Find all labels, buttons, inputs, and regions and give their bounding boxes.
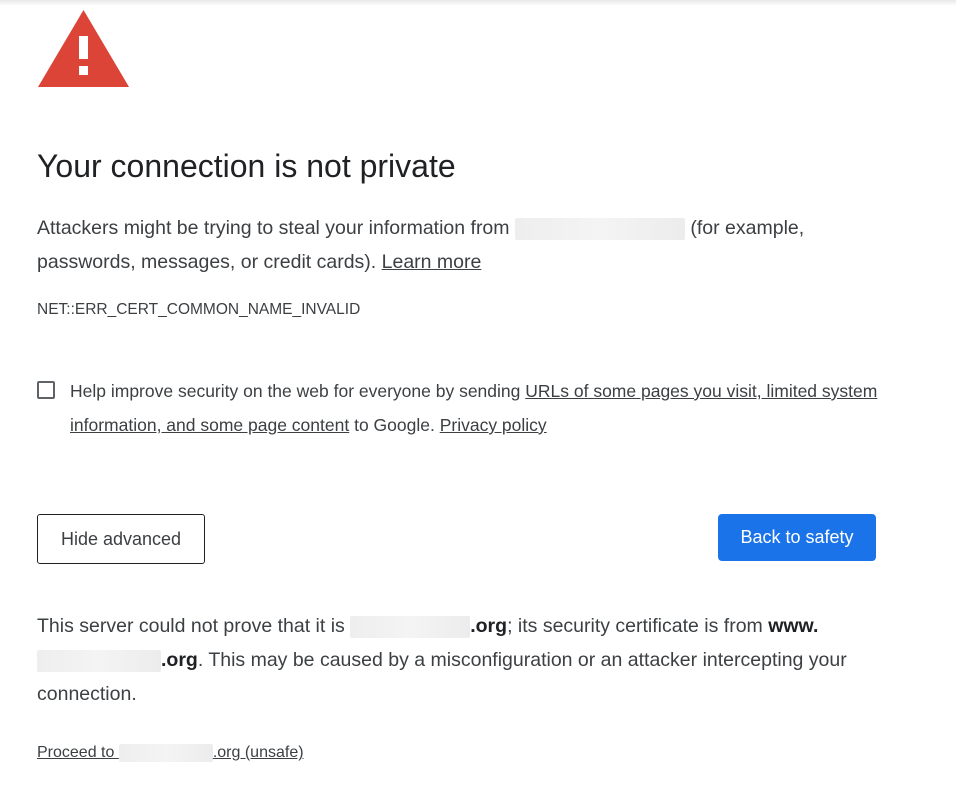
proceed-suffix: .org (unsafe) bbox=[212, 744, 304, 762]
redacted-domain bbox=[350, 615, 471, 638]
error-code: NET::ERR_CERT_COMMON_NAME_INVALID bbox=[37, 301, 361, 318]
cert-suffix: .org bbox=[161, 649, 198, 671]
details-text-1: This server could not prove that it is bbox=[37, 615, 351, 637]
details-text-2: ; its security certificate is from bbox=[507, 615, 769, 637]
warning-triangle-icon bbox=[37, 8, 130, 88]
redacted-domain bbox=[118, 744, 213, 762]
top-shadow bbox=[0, 0, 956, 6]
redacted-domain bbox=[514, 217, 685, 240]
hide-advanced-button[interactable]: Hide advanced bbox=[37, 514, 205, 564]
privacy-policy-link[interactable]: Privacy policy bbox=[440, 415, 547, 435]
security-optin: Help improve security on the web for eve… bbox=[37, 374, 887, 442]
optin-text: Help improve security on the web for eve… bbox=[70, 374, 887, 442]
page-title: Your connection is not private bbox=[37, 148, 456, 184]
intro-text-before: Attackers might be trying to steal your … bbox=[37, 217, 510, 239]
back-to-safety-button[interactable]: Back to safety bbox=[718, 514, 876, 561]
details-text: This server could not prove that it is .… bbox=[37, 609, 897, 711]
optin-checkbox[interactable] bbox=[37, 381, 55, 399]
optin-text-before: Help improve security on the web for eve… bbox=[70, 381, 526, 401]
cert-prefix: www. bbox=[768, 615, 819, 637]
intro-text: Attackers might be trying to steal your … bbox=[37, 211, 897, 279]
domain-suffix: .org bbox=[470, 615, 508, 637]
learn-more-link[interactable]: Learn more bbox=[382, 251, 482, 273]
proceed-prefix: Proceed to bbox=[37, 744, 119, 762]
proceed-unsafe-link[interactable]: Proceed to .org (unsafe) bbox=[37, 744, 304, 762]
optin-text-middle: to Google. bbox=[349, 415, 440, 435]
redacted-domain bbox=[37, 649, 161, 672]
